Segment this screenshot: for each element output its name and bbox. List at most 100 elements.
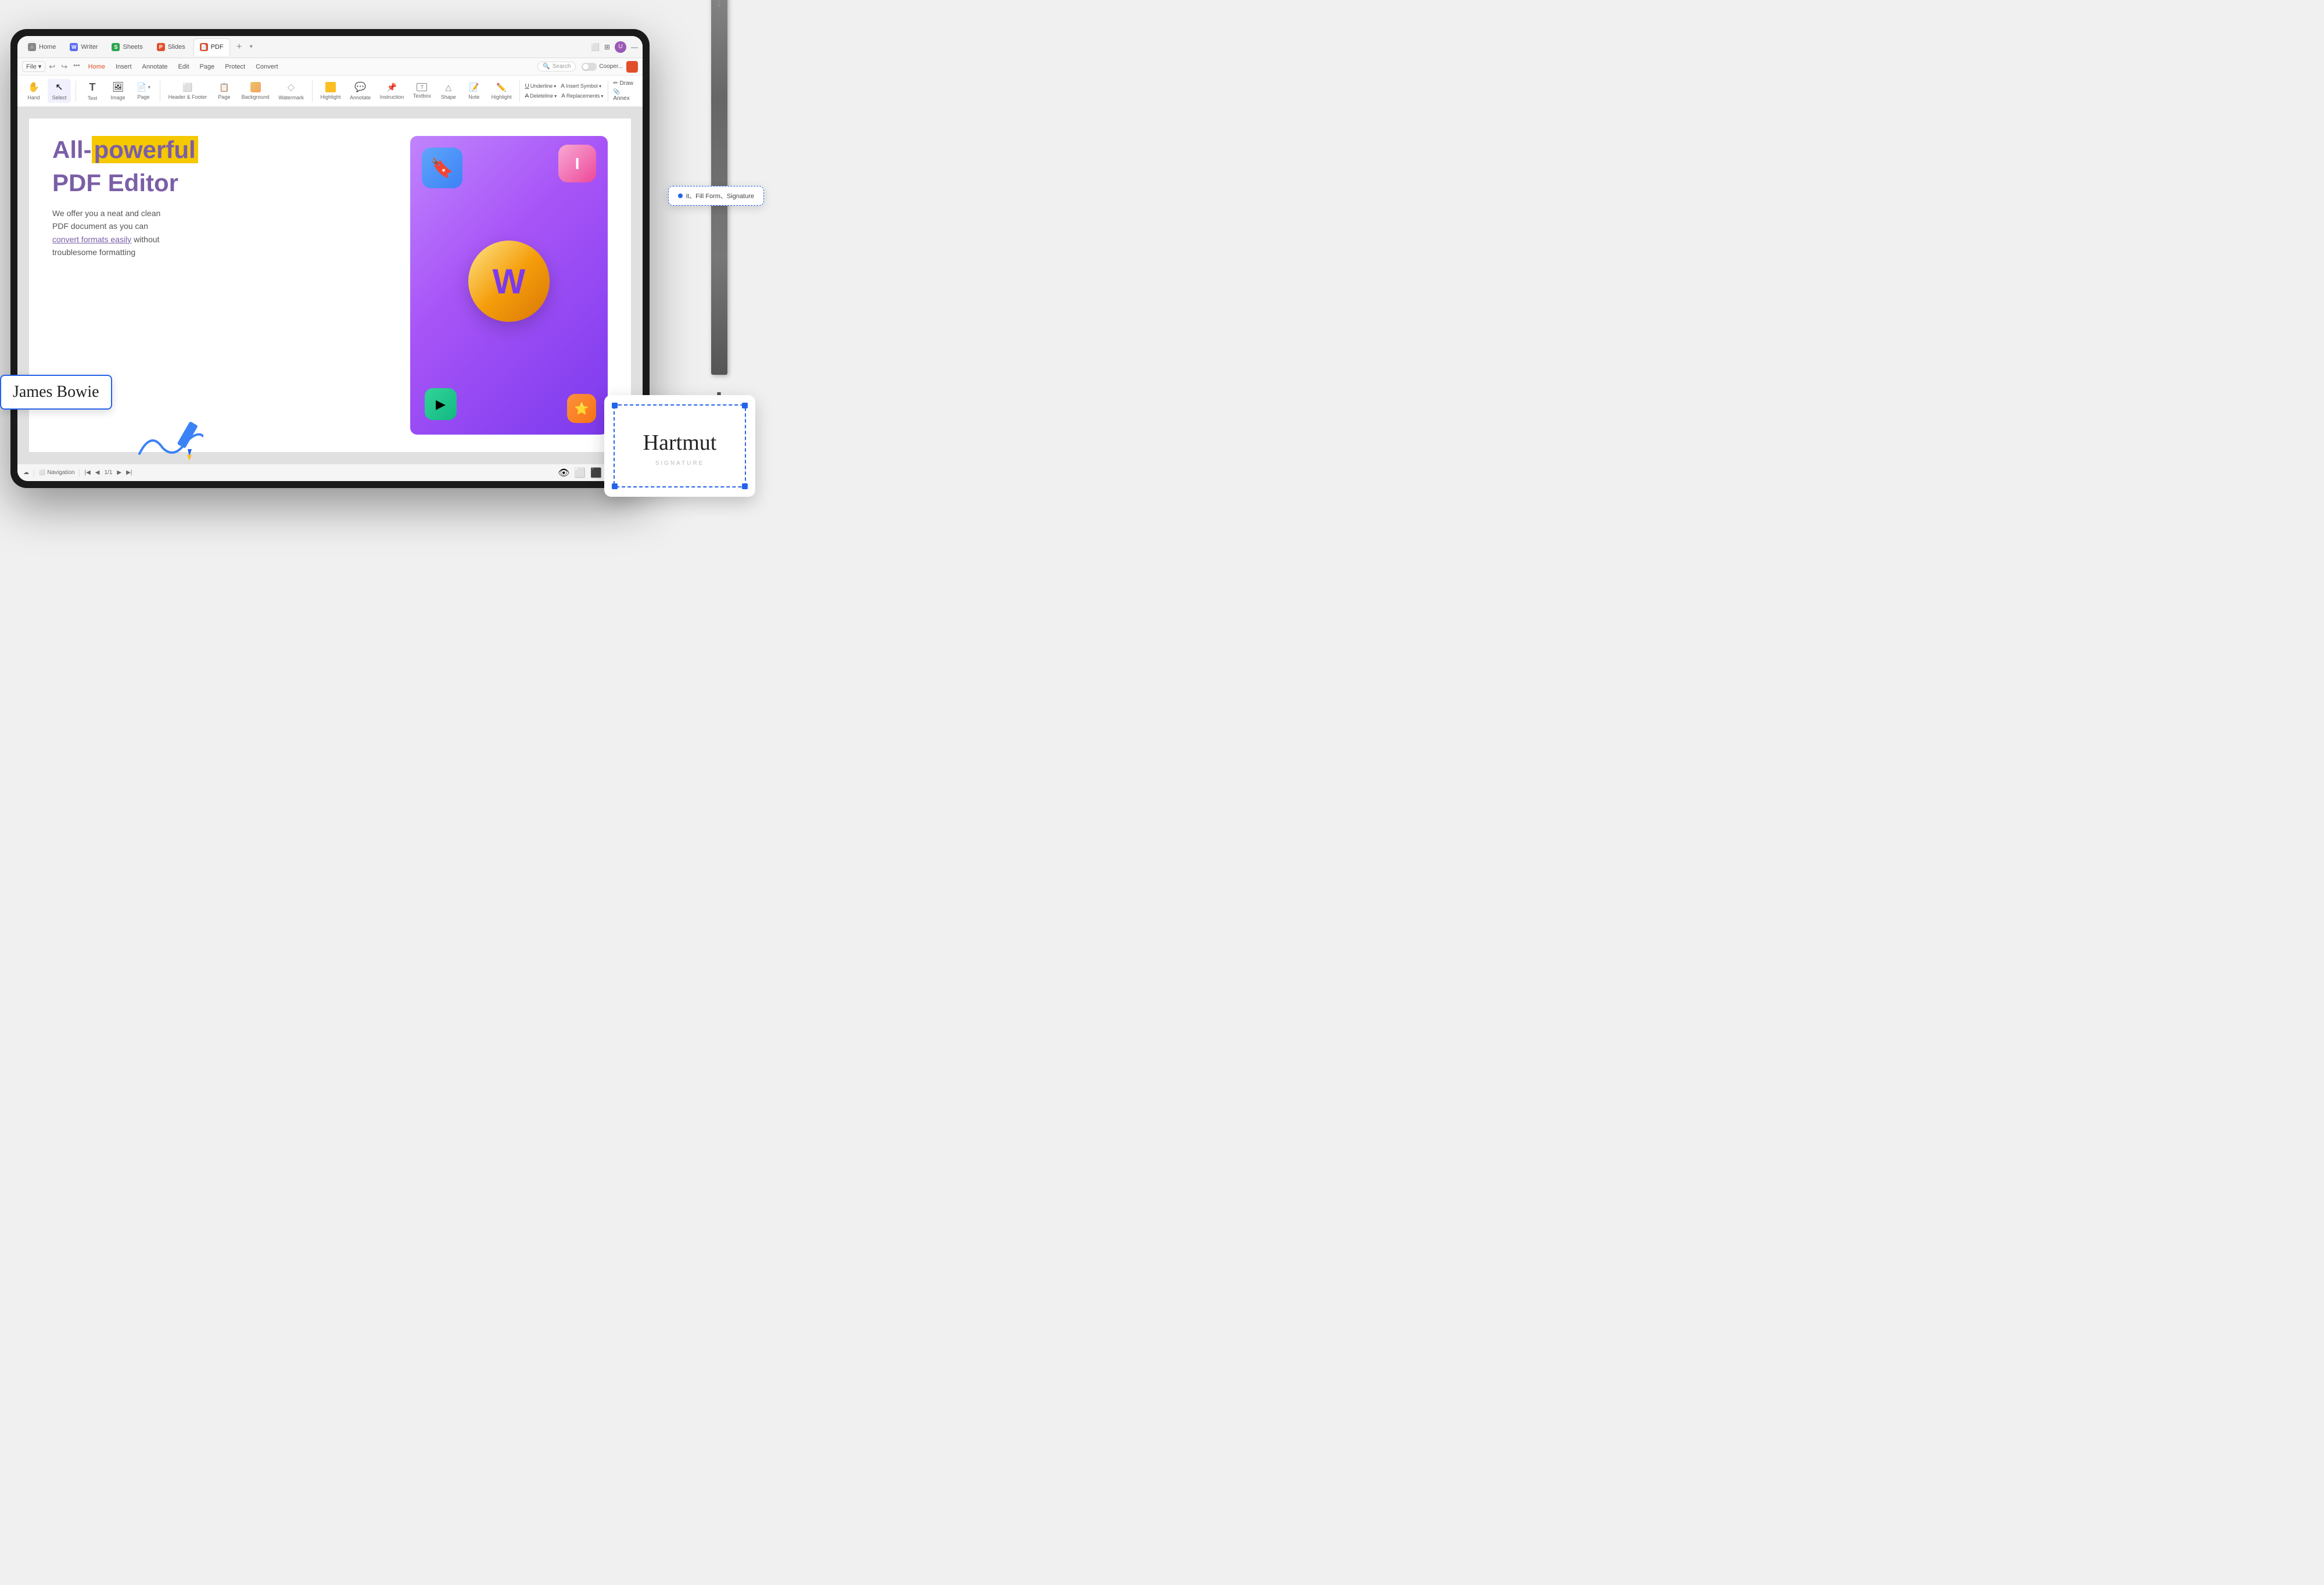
menu-item-convert[interactable]: Convert (251, 62, 283, 72)
title-highlight: powerful (92, 136, 198, 163)
grid-view-icon[interactable]: ⊞ (604, 43, 610, 51)
file-menu-button[interactable]: File ▾ (22, 61, 45, 72)
stylus-pen: Lenovo (703, 0, 735, 415)
fit-page-icon[interactable]: ⬜ (574, 467, 586, 479)
content-area: All-powerful PDF Editor We offer you a n… (17, 107, 643, 464)
pdf-title-line2: PDF Editor (52, 171, 399, 195)
tab-writer[interactable]: W Writer (64, 38, 103, 56)
insert-symbol-button[interactable]: A Insert Symbol ▾ (561, 83, 601, 89)
toolbar-annotate[interactable]: 💬 Annotate (346, 79, 374, 103)
menu-item-protect[interactable]: Protect (220, 62, 250, 72)
header-footer-icon: ⬜ (182, 83, 192, 92)
view-icon[interactable]: 👁 (558, 467, 569, 479)
menu-insert-label: Insert (116, 63, 132, 70)
toolbar-page2[interactable]: 📋 Page (213, 80, 236, 102)
toolbar-shape[interactable]: △ Shape (437, 80, 460, 102)
undo-button[interactable]: ↩ (46, 61, 58, 73)
insert-symbol-dropdown: ▾ (599, 84, 601, 89)
menu-item-annotate[interactable]: Annotate (138, 62, 173, 72)
user-avatar[interactable]: U (615, 41, 626, 53)
search-icon: 🔍 (543, 63, 550, 70)
minimize-icon[interactable]: — (631, 43, 638, 51)
toolbar-watermark[interactable]: ◇ Watermark (275, 79, 307, 103)
menu-item-insert[interactable]: Insert (111, 62, 137, 72)
fill-form-text: it、Fill Form、Signature (686, 191, 754, 200)
body-text4: troublesome formatting (52, 248, 135, 257)
toolbar-background[interactable]: Background (238, 80, 273, 102)
draw-button[interactable]: ✏ Draw (613, 80, 638, 87)
instruction-icon: 📌 (387, 83, 397, 92)
toolbar-instruction[interactable]: 📌 Instruction (376, 80, 407, 102)
toolbar-header-footer[interactable]: ⬜ Header & Footer (165, 80, 210, 102)
underline-button[interactable]: U Underline ▾ (525, 83, 556, 89)
deleteline-button[interactable]: A Deleteline ▾ (525, 93, 557, 99)
background-icon (250, 82, 261, 92)
tab-pdf[interactable]: 📄 PDF (193, 38, 230, 56)
highlight2-icon: ✏️ (496, 83, 506, 92)
home-tab-icon: ⌂ (28, 43, 36, 51)
prev-page-button[interactable]: |◀ (84, 469, 90, 476)
replacements-button[interactable]: A Replacements ▾ (561, 93, 603, 99)
toggle-dot (583, 64, 589, 70)
navigation-toggle[interactable]: ⬜ Navigation (39, 469, 74, 476)
stylus-brand: Lenovo (716, 0, 722, 8)
toolbar-select[interactable]: ↖ Select (48, 79, 71, 103)
toolbar-highlight2[interactable]: ✏️ Highlight (488, 80, 515, 102)
toolbar-hand[interactable]: ✋ Hand (22, 79, 45, 103)
red-action-button[interactable] (626, 61, 638, 73)
prev-page-arrow[interactable]: ◀ (95, 469, 100, 476)
toolbar-image[interactable]: 🖼 Image (106, 79, 130, 103)
tab-controls: ⬜ ⊞ U — (591, 41, 638, 53)
annex-button[interactable]: 📎 Annex (613, 89, 638, 102)
tab-dropdown[interactable]: ▾ (250, 44, 253, 50)
fill-dot (678, 193, 683, 198)
toolbar-page[interactable]: 📄 ▾ Page (132, 80, 155, 102)
menu-item-edit[interactable]: Edit (174, 62, 194, 72)
wps-logo-coin: W (468, 241, 550, 322)
toolbar-highlight[interactable]: Highlight (317, 80, 345, 102)
replacements-icon: A (561, 93, 565, 99)
insert-symbol-icon: A (561, 83, 565, 89)
more-options[interactable]: ••• (71, 61, 83, 73)
status-bar: ☁ ⬜ Navigation |◀ ◀ 1/1 ▶ ▶| 👁 ⬜ ⬛ ⊞ ⏺ (17, 464, 643, 481)
deleteline-dropdown: ▾ (554, 94, 557, 99)
tab-add-button[interactable]: + (232, 40, 246, 54)
toolbar-text[interactable]: T Text (81, 79, 104, 103)
watermark-icon: ◇ (288, 81, 295, 93)
body-text2: PDF document as you can (52, 221, 148, 231)
menu-item-home[interactable]: Home (84, 62, 110, 72)
nav-label: Navigation (47, 469, 74, 476)
status-sep-2 (79, 469, 80, 477)
right-row-2: A Deleteline ▾ A Replacements ▾ (525, 93, 603, 99)
cooper-toggle[interactable]: Cooper... (582, 63, 623, 71)
sheets-tab-icon: S (112, 43, 120, 51)
tab-home-label: Home (39, 44, 56, 51)
slides-tab-icon: P (157, 43, 165, 51)
separator-4 (519, 81, 520, 102)
next-page-arrow[interactable]: ▶ (117, 469, 121, 476)
menu-convert-label: Convert (256, 63, 278, 70)
tablet-device: ⌂ Home W Writer S Sheets P Slides (10, 29, 650, 488)
split-view-icon[interactable]: ⬜ (591, 43, 600, 51)
underline-dropdown: ▾ (554, 84, 556, 89)
textbox-icon: T (417, 83, 427, 91)
icon-bookmark: 🔖 (422, 148, 462, 188)
menu-bar: File ▾ ↩ ↪ ••• Home Insert Annotate (17, 58, 643, 76)
tab-slides[interactable]: P Slides (151, 38, 191, 56)
redo-button[interactable]: ↪ (59, 61, 70, 73)
next-page-button[interactable]: ▶| (126, 469, 132, 476)
tab-sheets[interactable]: S Sheets (106, 38, 148, 56)
search-box[interactable]: 🔍 Search (537, 62, 576, 71)
toolbar-note[interactable]: 📝 Note (462, 80, 486, 102)
toolbar-textbox[interactable]: T Textbox (410, 81, 435, 101)
header-footer-label: Header & Footer (168, 94, 207, 100)
corner-bl (612, 483, 618, 489)
menu-item-page[interactable]: Page (195, 62, 220, 72)
tab-home[interactable]: ⌂ Home (22, 38, 62, 56)
file-dropdown-icon: ▾ (38, 63, 42, 70)
body-link: convert formats easily (52, 235, 131, 244)
title-part1: All- (52, 136, 92, 163)
fit-width-icon[interactable]: ⬛ (590, 467, 602, 479)
writer-tab-icon: W (70, 43, 78, 51)
cooper-switch[interactable] (582, 63, 597, 71)
